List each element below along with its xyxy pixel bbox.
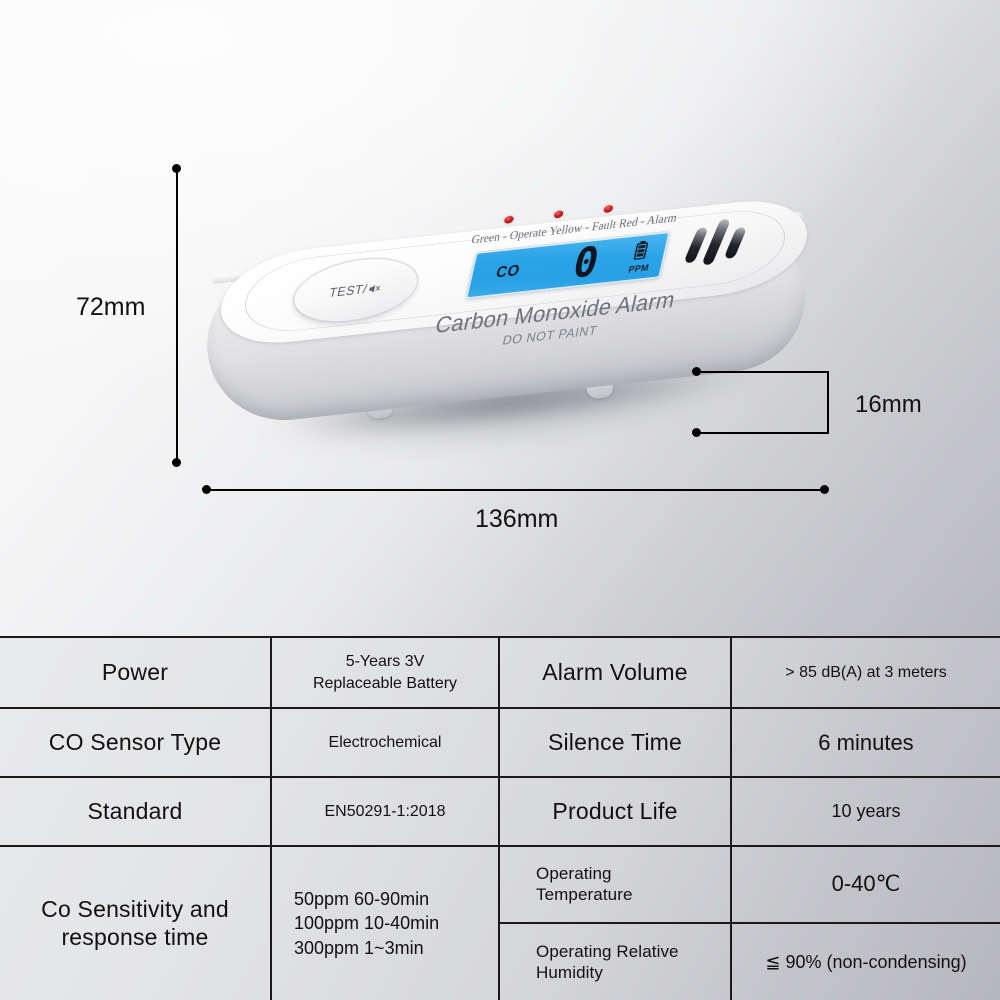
co-alarm-device: TEST/ Green - Operate Yellow - Fault Red…	[182, 186, 850, 501]
spec-value-standard: EN50291-1:2018	[272, 778, 500, 845]
spec-value-alarm-volume: > 85 dB(A) at 3 meters	[785, 663, 947, 681]
vent-slot	[701, 218, 731, 266]
test-button-text: TEST/	[327, 281, 369, 301]
spec-value-product-life: 10 years	[831, 801, 901, 822]
dimension-label-width: 136mm	[475, 505, 559, 533]
dimension-line-width	[206, 489, 824, 491]
led-indicator-green	[503, 215, 515, 224]
table-row: Operating Temperature 0-40℃	[500, 847, 1000, 924]
spec-value-co-sensor-type: Electrochemical	[272, 709, 500, 776]
led-indicator-yellow	[553, 210, 564, 219]
table-row: CO Sensor Type Electrochemical Silence T…	[0, 709, 1000, 778]
dimension-bracket-bottom	[697, 432, 829, 434]
table-row: Operating Relative Humidity ≦ 90% (non-co…	[500, 923, 1000, 1000]
lcd-reading-value: 0	[568, 238, 604, 289]
dimension-endpoint	[692, 367, 701, 376]
spec-key-alarm-volume: Alarm Volume	[500, 638, 732, 707]
spec-value-co-sensitivity: 50ppm 60-90min 100ppm 10-40min 300ppm 1~3m…	[272, 847, 500, 1000]
dimension-bracket-top	[697, 371, 829, 373]
dimension-endpoint	[820, 485, 829, 494]
test-button[interactable]: TEST/	[288, 253, 424, 327]
spec-value-operating-humidity: ≦ 90% (non-condensing)	[765, 951, 967, 972]
dimension-endpoint	[172, 164, 181, 173]
mute-speaker-icon	[368, 282, 384, 295]
led-indicator-red	[603, 204, 614, 214]
dimension-bracket-right	[827, 371, 829, 433]
table-row: Co Sensitivity and response time 50ppm 60…	[0, 847, 1000, 1000]
spec-key-co-sensor-type: CO Sensor Type	[0, 709, 272, 776]
device-front-panel: TEST/ Green - Operate Yellow - Fault Red…	[211, 194, 817, 351]
dimension-label-height: 72mm	[76, 293, 146, 321]
dimension-line-height	[176, 168, 178, 462]
spec-value-silence-time: 6 minutes	[818, 729, 914, 755]
spec-value-power: 5-Years 3V Replaceable Battery	[272, 638, 500, 707]
lcd-unit-label: PPM	[627, 262, 651, 275]
specification-table: Power 5-Years 3V Replaceable Battery Alar…	[0, 636, 1000, 1000]
dimension-endpoint	[202, 485, 211, 494]
spec-key-operating-humidity: Operating Relative Humidity	[500, 923, 732, 1000]
spec-value-operating-temperature: 0-40℃	[831, 871, 901, 897]
spec-key-product-life: Product Life	[500, 778, 732, 845]
test-button-label: TEST/	[328, 280, 384, 300]
lcd-gas-label: CO	[494, 261, 522, 282]
battery-full-icon	[633, 240, 649, 261]
spec-key-co-sensitivity: Co Sensitivity and response time	[0, 847, 272, 1000]
spec-key-silence-time: Silence Time	[500, 709, 732, 776]
dimension-endpoint	[172, 458, 181, 467]
dimension-label-depth: 16mm	[855, 391, 922, 418]
spec-key-standard: Standard	[0, 778, 272, 845]
table-row: Power 5-Years 3V Replaceable Battery Alar…	[0, 638, 1000, 709]
speaker-vent-group	[683, 216, 755, 274]
spec-key-power: Power	[0, 638, 272, 707]
product-photo-area: TEST/ Green - Operate Yellow - Fault Red…	[0, 0, 1000, 636]
spec-key-operating-temperature: Operating Temperature	[500, 847, 732, 922]
product-spec-page: TEST/ Green - Operate Yellow - Fault Red…	[0, 0, 1000, 1000]
dimension-endpoint	[692, 428, 701, 437]
spec-subtable-environment: Operating Temperature 0-40℃ Operating Rel…	[500, 847, 1000, 1000]
vent-slot	[723, 226, 747, 259]
table-row: Standard EN50291-1:2018 Product Life 10 …	[0, 778, 1000, 847]
